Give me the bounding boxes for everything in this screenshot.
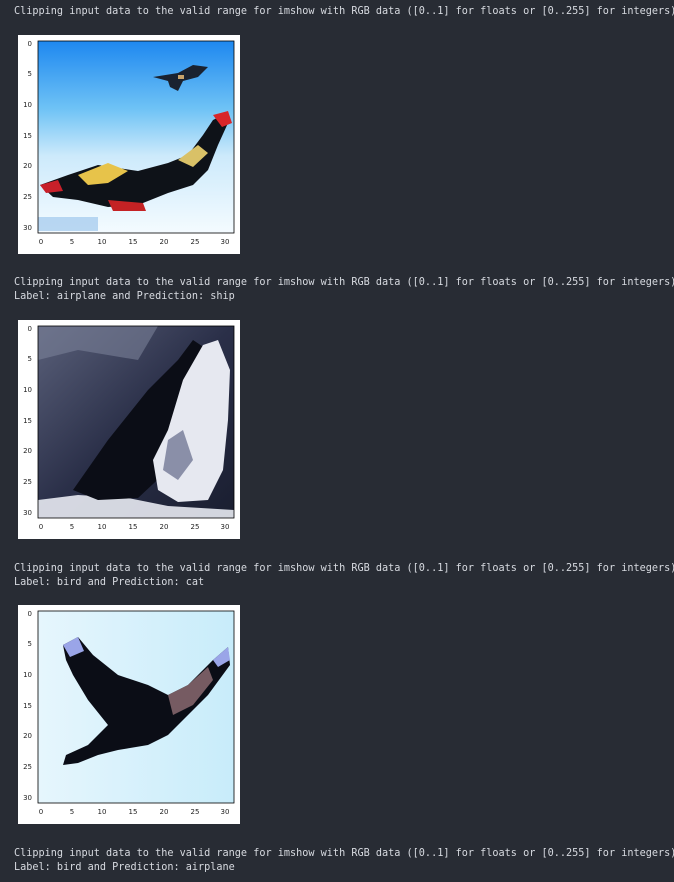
y-tick: 10 xyxy=(23,386,32,394)
x-tick: 0 xyxy=(39,523,43,531)
output-line-warning: Clipping input data to the valid range f… xyxy=(14,848,674,859)
x-tick: 5 xyxy=(70,238,74,246)
x-axis-ticks: 0 5 10 15 20 25 30 xyxy=(39,523,230,531)
output-line-warning: Clipping input data to the valid range f… xyxy=(14,563,674,574)
image-plot-2: 0 5 10 15 20 25 30 0 5 10 15 20 25 30 xyxy=(23,325,235,531)
output-line-warning: Clipping input data to the valid range f… xyxy=(14,277,674,288)
y-axis-ticks: 0 5 10 15 20 25 30 xyxy=(23,610,32,802)
output-line-label-prediction: Label: airplane and Prediction: ship xyxy=(14,291,235,302)
x-tick: 10 xyxy=(98,808,107,816)
y-tick: 25 xyxy=(23,763,32,771)
x-tick: 25 xyxy=(191,238,200,246)
output-figure-2: 0 5 10 15 20 25 30 0 5 10 15 20 25 30 xyxy=(18,320,240,539)
x-tick: 20 xyxy=(160,523,169,531)
x-tick: 0 xyxy=(39,238,43,246)
y-tick: 10 xyxy=(23,101,32,109)
output-line-warning: Clipping input data to the valid range f… xyxy=(14,6,674,17)
x-tick: 30 xyxy=(221,808,230,816)
x-tick: 15 xyxy=(129,238,138,246)
y-tick: 20 xyxy=(23,732,32,740)
x-tick: 25 xyxy=(191,808,200,816)
output-figure-3: 0 5 10 15 20 25 30 0 5 10 15 20 25 30 xyxy=(18,605,240,824)
x-tick: 0 xyxy=(39,808,43,816)
y-tick: 30 xyxy=(23,509,32,517)
y-tick: 20 xyxy=(23,162,32,170)
y-tick: 30 xyxy=(23,224,32,232)
notebook-output-area: Clipping input data to the valid range f… xyxy=(0,0,674,882)
x-tick: 20 xyxy=(160,238,169,246)
y-tick: 20 xyxy=(23,447,32,455)
y-tick: 25 xyxy=(23,478,32,486)
output-line-label-prediction: Label: bird and Prediction: airplane xyxy=(14,862,235,873)
x-tick: 25 xyxy=(191,523,200,531)
x-tick: 30 xyxy=(221,238,230,246)
y-tick: 15 xyxy=(23,132,32,140)
y-tick: 30 xyxy=(23,794,32,802)
x-tick: 15 xyxy=(129,808,138,816)
y-tick: 0 xyxy=(28,40,32,48)
x-axis-ticks: 0 5 10 15 20 25 30 xyxy=(39,238,230,246)
y-tick: 15 xyxy=(23,417,32,425)
y-tick: 5 xyxy=(28,355,32,363)
x-axis-ticks: 0 5 10 15 20 25 30 xyxy=(39,808,230,816)
image-plot-1: 0 5 10 15 20 25 30 0 5 10 15 20 25 30 xyxy=(23,40,235,246)
y-tick: 0 xyxy=(28,325,32,333)
y-tick: 5 xyxy=(28,640,32,648)
y-tick: 10 xyxy=(23,671,32,679)
y-tick: 25 xyxy=(23,193,32,201)
x-tick: 5 xyxy=(70,523,74,531)
x-tick: 10 xyxy=(98,523,107,531)
x-tick: 15 xyxy=(129,523,138,531)
image-plot-3: 0 5 10 15 20 25 30 0 5 10 15 20 25 30 xyxy=(23,610,235,816)
x-tick: 10 xyxy=(98,238,107,246)
y-axis-ticks: 0 5 10 15 20 25 30 xyxy=(23,40,32,232)
y-tick: 15 xyxy=(23,702,32,710)
x-tick: 5 xyxy=(70,808,74,816)
y-tick: 0 xyxy=(28,610,32,618)
output-line-label-prediction: Label: bird and Prediction: cat xyxy=(14,577,205,588)
y-tick: 5 xyxy=(28,70,32,78)
x-tick: 20 xyxy=(160,808,169,816)
x-tick: 30 xyxy=(221,523,230,531)
y-axis-ticks: 0 5 10 15 20 25 30 xyxy=(23,325,32,517)
output-figure-1: 0 5 10 15 20 25 30 0 5 10 15 20 25 30 xyxy=(18,35,240,254)
